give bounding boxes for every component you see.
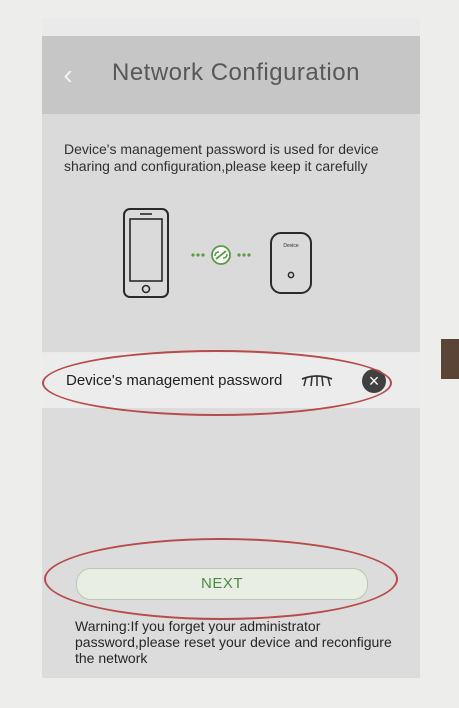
device-icon: Device xyxy=(270,232,312,294)
warning-text: Warning:If you forget your administrator… xyxy=(75,618,392,666)
phone-icon xyxy=(123,208,169,298)
description-text: Device's management password is used for… xyxy=(64,141,379,174)
device-connection-illustration: Device xyxy=(123,208,312,298)
page: ‹ Network Configuration Device's managem… xyxy=(0,0,459,708)
intro-panel: Device's management password is used for… xyxy=(42,114,420,352)
network-config-screen: ‹ Network Configuration Device's managem… xyxy=(42,18,420,678)
password-field[interactable]: Device's management password × xyxy=(42,354,420,408)
page-title: Network Configuration xyxy=(112,59,360,86)
back-button[interactable]: ‹ xyxy=(56,60,80,90)
next-button[interactable]: NEXT xyxy=(76,568,368,600)
password-label: Device's management password xyxy=(66,372,283,389)
clear-password-button[interactable]: × xyxy=(362,369,386,393)
link-icon xyxy=(191,245,251,265)
chevron-left-icon: ‹ xyxy=(63,59,73,90)
background-object xyxy=(441,339,459,379)
device-label: Device xyxy=(283,243,299,249)
eye-closed-icon[interactable] xyxy=(300,372,334,392)
lower-panel: NEXT Warning:If you forget your administ… xyxy=(42,408,420,678)
header-bar: ‹ Network Configuration xyxy=(42,36,420,114)
clear-icon: × xyxy=(368,371,380,391)
